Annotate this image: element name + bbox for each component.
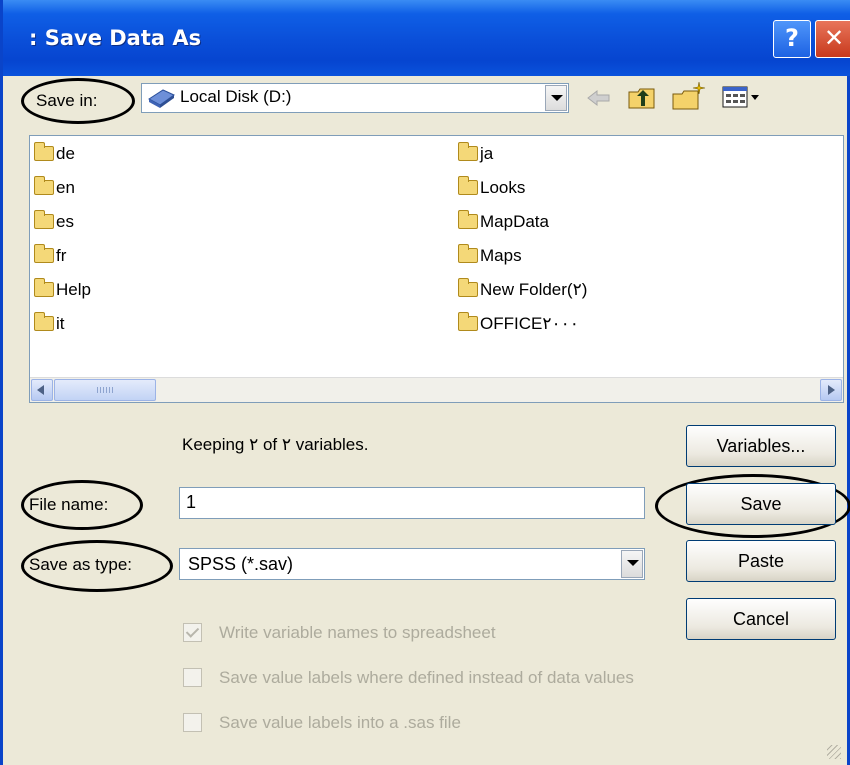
chevron-down-icon[interactable] <box>621 550 643 578</box>
folder-icon <box>34 312 54 331</box>
list-item[interactable]: Help <box>34 278 91 302</box>
file-name-input[interactable]: 1 <box>179 487 645 519</box>
save-value-labels-label: Save value labels where defined instead … <box>219 668 634 687</box>
list-item[interactable]: Looks <box>458 176 525 200</box>
folder-icon <box>458 244 478 263</box>
save-sas-file-checkbox[interactable] <box>183 713 202 732</box>
paste-button[interactable]: Paste <box>686 540 836 582</box>
up-one-level-icon[interactable] <box>627 84 657 112</box>
list-item[interactable]: OFFICE۲۰۰۰ <box>458 312 579 336</box>
close-button[interactable]: ✕ <box>815 20 850 58</box>
save-button[interactable]: Save <box>686 483 836 525</box>
list-item[interactable]: en <box>34 176 75 200</box>
list-item[interactable]: New Folder(۲) <box>458 278 587 302</box>
list-item[interactable]: ja <box>458 142 493 166</box>
save-as-type-dropdown[interactable]: SPSS (*.sav) <box>179 548 645 580</box>
chevron-down-icon[interactable] <box>545 85 567 111</box>
list-item[interactable]: es <box>34 210 74 234</box>
save-as-type-value: SPSS (*.sav) <box>188 554 294 574</box>
save-in-label: Save in: <box>36 91 98 110</box>
save-in-value: Local Disk (D:) <box>180 87 292 106</box>
file-name-label: File name: <box>29 495 109 514</box>
list-item[interactable]: it <box>34 312 65 336</box>
scroll-left-icon[interactable] <box>31 379 53 401</box>
scroll-right-icon[interactable] <box>820 379 842 401</box>
cancel-button[interactable]: Cancel <box>686 598 836 640</box>
save-value-labels-checkbox[interactable] <box>183 668 202 687</box>
folder-icon <box>34 244 54 263</box>
new-folder-icon[interactable] <box>671 80 707 112</box>
help-button[interactable]: ? <box>773 20 811 58</box>
folder-icon <box>458 210 478 229</box>
save-in-dropdown[interactable]: Local Disk (D:) <box>141 83 569 113</box>
list-item[interactable]: Maps <box>458 244 522 268</box>
folder-icon <box>34 210 54 229</box>
file-list[interactable]: de en es fr Help it ja Looks MapData Map… <box>29 135 844 403</box>
view-menu-icon[interactable] <box>721 84 761 110</box>
folder-icon <box>458 142 478 161</box>
resize-grip-icon[interactable] <box>827 745 841 759</box>
write-variable-names-checkbox[interactable] <box>183 623 202 642</box>
save-as-type-label: Save as type: <box>29 555 133 574</box>
list-item[interactable]: MapData <box>458 210 549 234</box>
variables-button[interactable]: Variables... <box>686 425 836 467</box>
folder-icon <box>34 142 54 161</box>
back-arrow-icon[interactable] <box>585 87 613 109</box>
folder-icon <box>458 176 478 195</box>
list-item[interactable]: de <box>34 142 75 166</box>
local-disk-icon <box>148 89 175 108</box>
horizontal-scrollbar[interactable] <box>30 377 843 402</box>
folder-icon <box>34 176 54 195</box>
save-data-as-dialog: : Save Data As ? ✕ Save in: Local Disk (… <box>0 0 850 765</box>
scroll-thumb[interactable] <box>54 379 156 401</box>
window-title: : Save Data As <box>29 26 202 50</box>
folder-icon <box>34 278 54 297</box>
title-bar[interactable]: : Save Data As ? ✕ <box>3 0 850 76</box>
variables-status-text: Keeping ۲ of ۲ variables. <box>182 435 369 454</box>
folder-icon <box>458 278 478 297</box>
write-variable-names-label: Write variable names to spreadsheet <box>219 623 496 642</box>
save-sas-file-label: Save value labels into a .sas file <box>219 713 461 732</box>
folder-icon <box>458 312 478 331</box>
list-item[interactable]: fr <box>34 244 66 268</box>
